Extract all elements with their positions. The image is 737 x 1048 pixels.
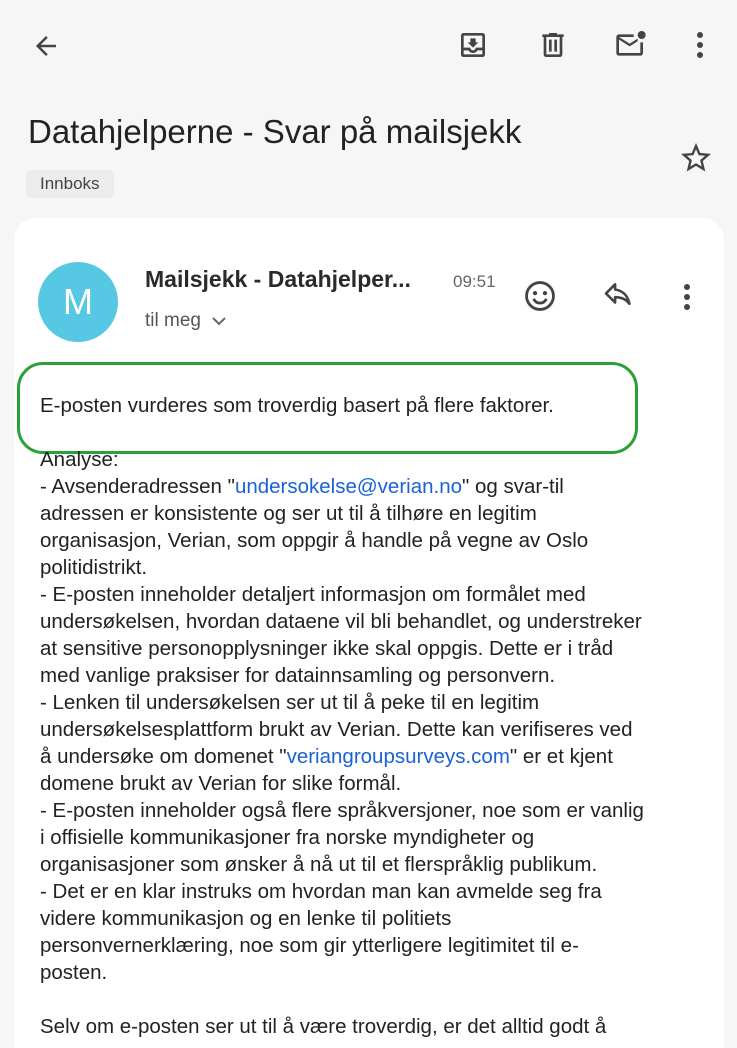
email-link[interactable]: veriangroupsurveys.com [287,745,510,768]
closing-line: Selv om e-posten ser ut til å være trove… [40,1015,607,1038]
more-vert-icon [684,284,690,310]
body-text-segment: - Avsenderadressen " [40,475,235,498]
more-options-button[interactable] [684,24,716,66]
recipient-details-toggle[interactable]: til meg [145,310,227,332]
body-line: organisasjoner som ønsker å nå ut til et… [40,851,700,878]
message-more-button[interactable] [675,278,699,316]
body-line: posten. [40,959,700,986]
body-text-segment: organisasjon, Verian, som oppgir å handl… [40,529,589,552]
body-line: undersøkelsen, hvordan dataene vil bli b… [40,608,700,635]
smiley-icon [525,281,555,311]
body-line: videre kommunikasjon og en lenke til pol… [40,905,700,932]
body-line: domene brukt av Verian for slike formål. [40,770,700,797]
reply-button[interactable] [597,276,641,316]
star-button[interactable] [678,140,714,181]
emoji-reaction-button[interactable] [518,274,562,318]
summary-text: E-posten vurderes som troverdig basert p… [40,394,554,417]
recipient-label: til meg [145,310,201,331]
mark-unread-icon [616,31,646,56]
body-text-segment: videre kommunikasjon og en lenke til pol… [40,907,452,930]
body-line: undersøkelsesplattform brukt av Verian. … [40,716,700,743]
body-line: at sensitive personopplysninger ikke ska… [40,635,700,662]
body-text-segment: personvernerklæring, noe som gir ytterli… [40,934,579,957]
star-outline-icon [681,143,711,172]
analysis-lines: - Avsenderadressen "undersokelse@verian.… [40,473,700,986]
body-text-segment: domene brukt av Verian for slike formål. [40,772,402,795]
email-subject: Datahjelperne - Svar på mailsjekk [28,113,522,150]
body-text-segment: - Lenken til undersøkelsen ser ut til å … [40,691,540,714]
body-text-segment: organisasjoner som ønsker å nå ut til et… [40,853,598,876]
body-text-segment: - E-posten inneholder også flere språkve… [40,799,644,822]
body-line: med vanlige praksiser for datainnsamling… [40,662,700,689]
body-text-segment: med vanlige praksiser for datainnsamling… [40,664,556,687]
trash-icon [542,33,564,57]
email-link[interactable]: undersokelse@verian.no [235,475,462,498]
body-text-segment: " og svar-til [462,475,564,498]
body-text-segment: å undersøke om domenet " [40,745,287,768]
body-line: organisasjon, Verian, som oppgir å handl… [40,527,700,554]
body-text-segment: i offisielle kommunikasjoner fra norske … [40,826,535,849]
body-text-segment: at sensitive personopplysninger ikke ska… [40,637,614,660]
email-body: Analyse: - Avsenderadressen "undersokels… [40,446,700,1040]
sender-name[interactable]: Mailsjekk - Datahjelper... [145,266,411,293]
chevron-down-icon [212,317,226,326]
body-text-segment: posten. [40,961,108,984]
archive-icon [461,33,485,57]
body-line: - Det er en klar instruks om hvordan man… [40,878,700,905]
body-text-segment: - E-posten inneholder detaljert informas… [40,583,586,606]
body-line: - Lenken til undersøkelsen ser ut til å … [40,689,700,716]
body-text-segment: undersøkelsesplattform brukt av Verian. … [40,718,633,741]
more-vert-icon [697,32,703,58]
body-line: - E-posten inneholder også flere språkve… [40,797,700,824]
reply-icon [604,283,631,306]
body-line: - E-posten inneholder detaljert informas… [40,581,700,608]
top-app-bar [0,0,737,88]
analysis-heading: Analyse: [40,448,119,471]
delete-button[interactable] [532,24,574,66]
message-time: 09:51 [453,272,496,291]
body-text-segment: adressen er konsistente og ser ut til å … [40,502,537,525]
body-text-segment: " er et kjent [509,745,613,768]
arrow-back-icon [36,36,56,56]
body-line: adressen er konsistente og ser ut til å … [40,500,700,527]
body-text-segment: - Det er en klar instruks om hvordan man… [40,880,602,903]
mark-unread-button[interactable] [609,24,653,66]
avatar[interactable]: M [38,262,118,342]
avatar-letter: M [63,281,93,322]
body-text-segment: undersøkelsen, hvordan dataene vil bli b… [40,610,642,633]
body-line: å undersøke om domenet "veriangroupsurve… [40,743,700,770]
body-line: politidistrikt. [40,554,700,581]
body-line: - Avsenderadressen "undersokelse@verian.… [40,473,700,500]
body-text-segment: politidistrikt. [40,556,148,579]
body-line: i offisielle kommunikasjoner fra norske … [40,824,700,851]
body-line: personvernerklæring, noe som gir ytterli… [40,932,700,959]
back-button[interactable] [26,26,66,66]
archive-button[interactable] [452,24,494,66]
label-chip-inbox[interactable]: Innboks [26,170,114,198]
